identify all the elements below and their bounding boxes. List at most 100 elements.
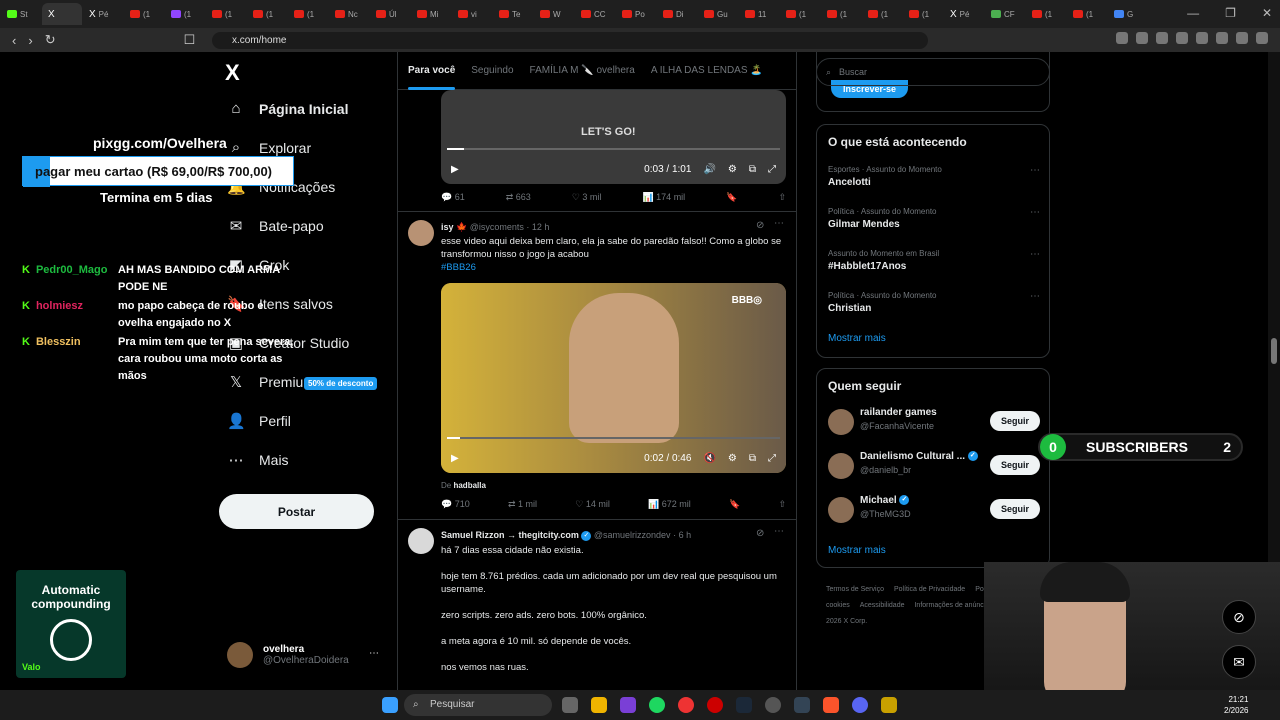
tweet[interactable]: LET'S GO! ▶ 0:03 / 1:01 🔊 ⚙ ⧉ ⤢ 💬 61 ⇄ 6… (398, 90, 796, 212)
avatar[interactable] (828, 453, 854, 479)
steam-icon[interactable] (736, 697, 752, 713)
extension-icon[interactable] (1196, 32, 1208, 44)
trend-item[interactable]: Política · Assunto do Momento Gilmar Mend… (828, 207, 1040, 230)
trend-item[interactable]: Assunto do Momento em Brasil #Habblet17An… (828, 249, 1040, 272)
bookmark-icon[interactable]: 🔖 (726, 192, 737, 203)
tab-para-voce[interactable]: Para você (408, 65, 456, 90)
spotify-icon[interactable] (649, 697, 665, 713)
browser-tab[interactable]: (1 (862, 3, 902, 25)
app-icon[interactable] (794, 697, 810, 713)
chrome-icon[interactable] (678, 697, 694, 713)
sidebar-item-search[interactable]: ⌕ Explorar (227, 139, 311, 156)
browser-tab[interactable]: Nc (329, 3, 369, 25)
browser-tab[interactable]: Gu (698, 3, 738, 25)
views-count[interactable]: 📊 174 mil (642, 192, 685, 203)
avatar[interactable] (408, 220, 434, 246)
tweet[interactable]: isy 🍁 @isycoments · 12 h ⊘ ⋯ esse video … (398, 212, 796, 520)
follow-button[interactable]: Seguir (990, 411, 1040, 431)
extension-icon[interactable] (1216, 32, 1228, 44)
video-player[interactable]: BBB◎ ▶ 0:02 / 0:46 🔇 ⚙ ⧉ ⤢ (441, 283, 786, 473)
footer-link[interactable]: Informações de anúncios (914, 602, 992, 609)
fullscreen-icon[interactable]: ⤢ (768, 164, 776, 175)
browser-tab[interactable]: Mi (411, 3, 451, 25)
app-icon[interactable] (620, 697, 636, 713)
extension-icon[interactable] (1176, 32, 1188, 44)
video-player[interactable]: LET'S GO! ▶ 0:03 / 1:01 🔊 ⚙ ⧉ ⤢ (441, 90, 786, 184)
minimize-icon[interactable]: — (1187, 6, 1199, 20)
footer-link[interactable]: Acessibilidade (860, 602, 905, 609)
views-count[interactable]: 📊 672 mil (648, 499, 691, 510)
browser-tab[interactable]: X Pé (944, 3, 984, 25)
sidebar-item-person[interactable]: 👤 Perfil (227, 412, 291, 430)
fullscreen-icon[interactable]: ⤢ (768, 453, 776, 464)
trend-item[interactable]: Esportes · Assunto do Momento Ancelotti ⋯ (828, 165, 1040, 188)
browser-tab[interactable]: (1 (1026, 3, 1066, 25)
grok-icon[interactable]: ⊘ (756, 220, 764, 231)
follow-name[interactable]: railander games (860, 407, 937, 418)
browser-tab[interactable]: W (534, 3, 574, 25)
browser-tab[interactable]: (1 (1067, 3, 1107, 25)
reply-button[interactable]: 💬 61 (441, 192, 465, 203)
follow-name[interactable]: Michael (860, 495, 897, 506)
browser-tab[interactable]: Po (616, 3, 656, 25)
sidebar-item-chat[interactable]: ✉ Bate-papo (227, 217, 324, 235)
more-icon[interactable]: ⋯ (1030, 207, 1040, 218)
follow-suggestion[interactable]: Danielismo Cultural ... ✓ @danielb_br Segu… (828, 451, 1040, 481)
tweet-time[interactable]: 12 h (532, 222, 550, 232)
tweet-author-name[interactable]: isy (441, 222, 454, 232)
browser-tab[interactable]: G (1108, 3, 1148, 25)
trend-item[interactable]: Política · Assunto do Momento Christian ⋯ (828, 291, 1040, 314)
forward-icon[interactable]: › (28, 33, 32, 48)
grok-fab-icon[interactable]: ⊘ (1222, 600, 1256, 634)
repost-button[interactable]: ⇄ 663 (506, 192, 531, 203)
bookmark-icon[interactable]: 🔖 (729, 499, 740, 510)
app-icon[interactable] (881, 697, 897, 713)
avatar[interactable] (828, 409, 854, 435)
follow-suggestion[interactable]: railander games @FacanhaVicente Seguir (828, 407, 1040, 437)
browser-tab[interactable]: CC (575, 3, 615, 25)
play-icon[interactable]: ▶ (451, 453, 459, 464)
tweet-time[interactable]: 6 h (679, 530, 692, 540)
volume-icon[interactable]: 🔊 (703, 164, 715, 175)
tab-seguindo[interactable]: Seguindo (471, 65, 513, 76)
tweet[interactable]: Samuel Rizzon → thegitcity.com ✓ @samuel… (398, 520, 796, 690)
taskbar-search[interactable]: ⌕ Pesquisar (404, 694, 552, 716)
show-more-link[interactable]: Mostrar mais (828, 545, 886, 556)
browser-tab[interactable]: (1 (821, 3, 861, 25)
more-icon[interactable]: ⋯ (1030, 249, 1040, 260)
follow-suggestion[interactable]: Michael ✓ @TheMG3D Seguir (828, 495, 1040, 525)
opera-icon[interactable] (707, 697, 723, 713)
browser-tab[interactable]: X Pé (83, 3, 123, 25)
video-progress[interactable] (447, 437, 780, 439)
hashtag-link[interactable]: #BBB26 (441, 261, 786, 274)
browser-tab[interactable]: (1 (124, 3, 164, 25)
reload-icon[interactable]: ↻ (45, 32, 56, 48)
browser-tab[interactable]: St (1, 3, 41, 25)
pip-icon[interactable]: ⧉ (749, 164, 756, 175)
more-icon[interactable]: ⋯ (1030, 165, 1040, 176)
avatar[interactable] (828, 497, 854, 523)
browser-tab[interactable]: (1 (206, 3, 246, 25)
reply-button[interactable]: 💬 710 (441, 499, 470, 510)
tab-familia[interactable]: FAMÍLIA M 🔪 ovelhera (530, 65, 635, 76)
settings-icon[interactable]: ⚙ (728, 164, 737, 175)
more-icon[interactable]: ⋯ (369, 648, 379, 659)
file-explorer-icon[interactable] (591, 697, 607, 713)
windows-start-icon[interactable] (382, 697, 398, 713)
share-icon[interactable]: ⇧ (778, 499, 786, 510)
settings-icon[interactable]: ⚙ (728, 453, 737, 464)
tweet-author-handle[interactable]: @samuelrizzondev (594, 530, 671, 540)
post-button[interactable]: Postar (219, 494, 374, 529)
avatar[interactable] (408, 528, 434, 554)
discord-icon[interactable] (852, 697, 868, 713)
browser-tab[interactable]: vi (452, 3, 492, 25)
browser-tab[interactable]: X (42, 3, 82, 25)
browser-tab[interactable]: Te (493, 3, 533, 25)
more-icon[interactable]: ⋯ (1030, 291, 1040, 302)
url-field[interactable]: x.com/home (212, 32, 928, 49)
maximize-icon[interactable]: ❐ (1225, 6, 1236, 20)
sidebar-item-home[interactable]: ⌂ Página Inicial (227, 100, 348, 117)
tweet-author-name[interactable]: Samuel Rizzon → thegitcity.com (441, 530, 579, 540)
search-input[interactable]: ⌕ Buscar (816, 58, 1050, 86)
show-more-link[interactable]: Mostrar mais (828, 333, 886, 344)
